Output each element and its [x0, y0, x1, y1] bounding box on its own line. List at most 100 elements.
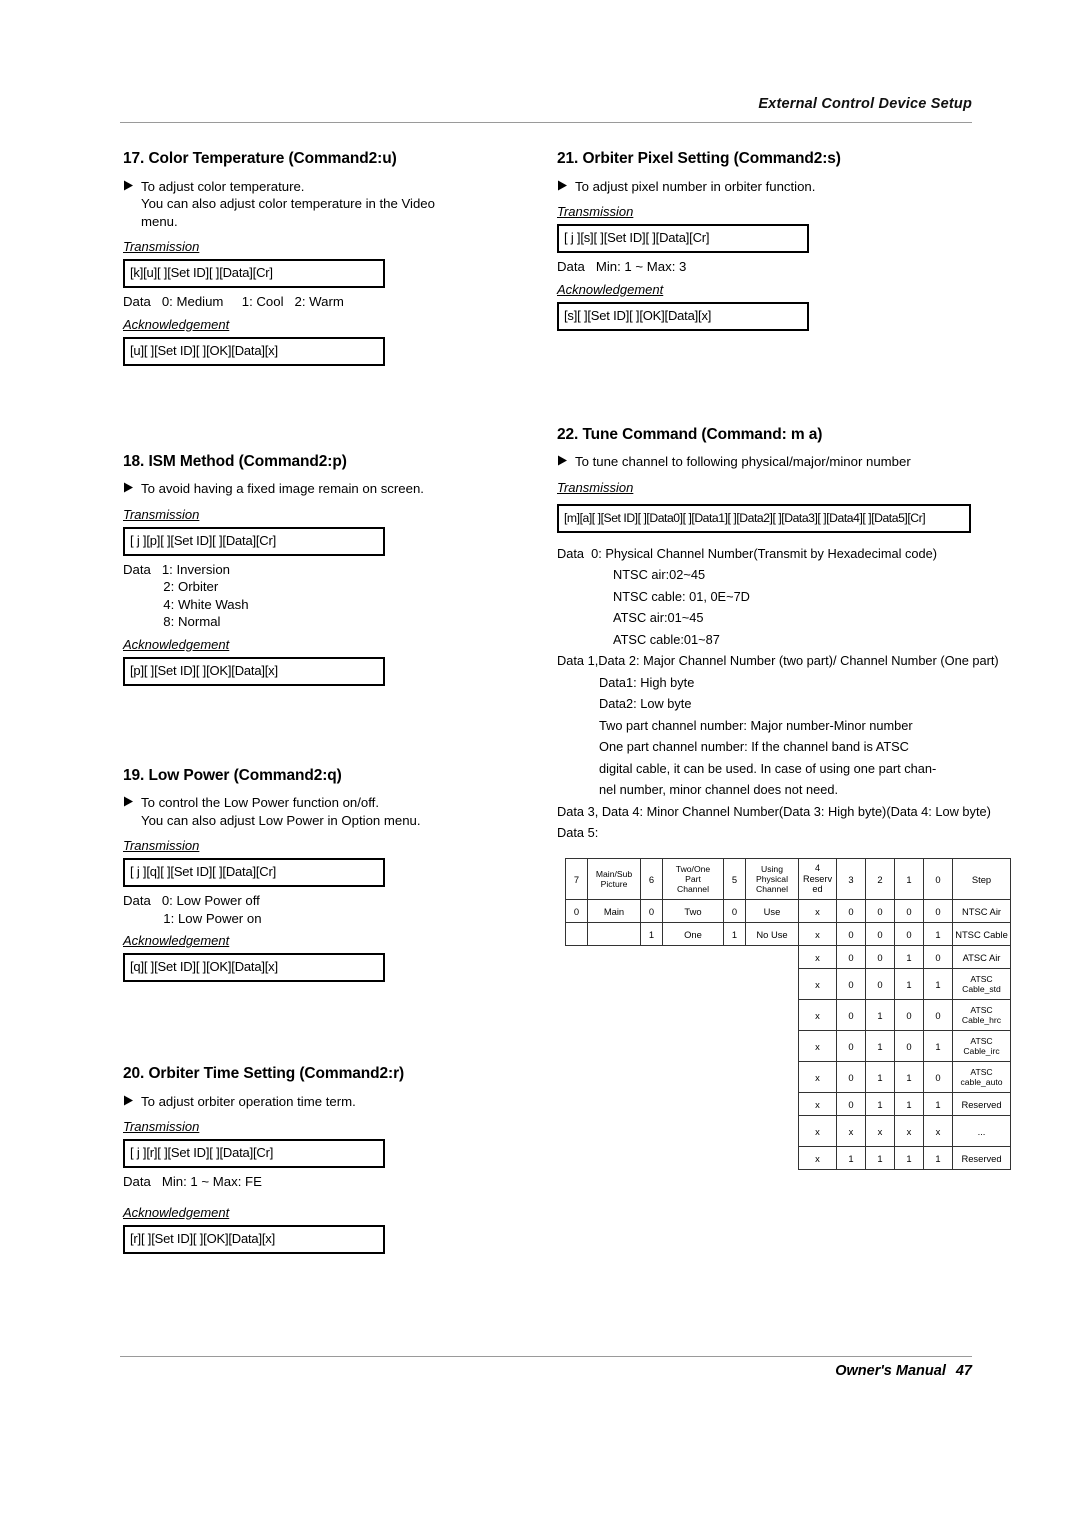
triangle-bullet-icon [123, 796, 136, 807]
section-bullet: To control the Low Power function on/off… [123, 794, 523, 829]
section-bullet: To adjust orbiter operation time term. [123, 1093, 523, 1111]
data-row: Data 1: Inversion [123, 561, 231, 577]
cell-empty [566, 946, 799, 969]
detail-line: Data 0: Physical Channel Number(Transmit… [557, 545, 938, 561]
acknowledgement-label: Acknowledgement [557, 281, 664, 297]
cell-bit4: x [798, 968, 837, 1000]
cell-main-sub [587, 922, 641, 946]
cell-bit4: x [798, 1092, 837, 1116]
cell-bit3: 0 [836, 968, 866, 1000]
transmission-command-box: [m][a][ ][Set ID][ ][Data0][ ][Data1][ ]… [557, 503, 971, 533]
data-row: 1: Low Power on [123, 910, 262, 926]
cell-bit0: 0 [923, 1061, 953, 1093]
detail-line: nel number, minor channel does not need. [599, 782, 839, 798]
data-description: Data Min: 1 ~ Max: FE [123, 1174, 262, 1190]
channel-band-bit-table: 7 Main/Sub Picture 6 Two/One Part Channe… [565, 858, 1011, 1170]
data-row: 4: White Wash [123, 596, 249, 612]
cell-bit4: x [798, 1061, 837, 1093]
cell-bit1: 1 [894, 945, 924, 969]
section-title: 19. Low Power (Command2:q) [123, 766, 342, 784]
cell-bit3: 0 [836, 1061, 866, 1093]
cell-bit4: x [798, 899, 837, 923]
section-low-power: 19. Low Power (Command2:q) To control th… [123, 767, 523, 983]
cell-bit4: x [798, 1030, 837, 1062]
cell-step: ATSC cable_auto [952, 1061, 1011, 1093]
detail-line: Data1: High byte [599, 674, 695, 690]
detail-line: Data 3, Data 4: Minor Channel Number(Dat… [557, 803, 991, 819]
section-title: 21. Orbiter Pixel Setting (Command2:s) [557, 150, 841, 167]
detail-line: One part channel number: If the channel … [599, 739, 909, 755]
cell-bit0: 0 [923, 999, 953, 1031]
cell-bit2: 1 [865, 1030, 895, 1062]
cell-bit0: x [923, 1115, 953, 1147]
cell-empty [566, 969, 799, 1000]
cell-step: ... [952, 1115, 1011, 1147]
section-title: 17. Color Temperature (Command2:u) [123, 150, 397, 167]
transmission-command-box: [k][u][ ][Set ID][ ][Data][Cr] [123, 259, 385, 289]
triangle-bullet-icon [123, 482, 136, 493]
cell-bit1: 1 [894, 1146, 924, 1170]
cell-bit3: 0 [836, 1092, 866, 1116]
cell-bit4: x [798, 1115, 837, 1147]
cell-bit1: 0 [894, 1030, 924, 1062]
cell-bit1: 0 [894, 899, 924, 923]
header-cell-bit1: 1 [894, 858, 924, 900]
table-row: x 0 1 0 0 ATSC Cable_hrc [566, 999, 1011, 1031]
triangle-bullet-icon [123, 1095, 136, 1106]
cell-bit3: x [836, 1115, 866, 1147]
cell-step: Reserved [952, 1092, 1011, 1116]
header-cell-main-sub-picture: Main/Sub Picture [587, 858, 641, 900]
document-page: External Control Device Setup 17. Color … [0, 0, 1080, 1527]
transmission-label: Transmission [123, 838, 200, 854]
header-cell-two-one-part-channel: Two/One Part Channel [662, 858, 724, 900]
cell-empty [566, 1147, 799, 1170]
detail-line: Data 5: [557, 825, 599, 841]
detail-line: NTSC cable: 01, 0E~7D [613, 588, 750, 604]
table-row: x 0 0 1 1 ATSC Cable_std [566, 968, 1011, 1000]
table-row: x 1 1 1 1 Reserved [566, 1146, 1011, 1170]
transmission-command-box: [ j ][s][ ][Set ID][ ][Data][Cr] [557, 224, 809, 254]
data-description-list: Data 0: Low Power off 1: Low Power on [123, 892, 523, 927]
data-row: 2: Orbiter [123, 579, 219, 595]
header-cell-step: Step [952, 858, 1011, 900]
table-row: x 0 0 1 0 ATSC Air [566, 945, 1011, 969]
cell-bit3: 0 [836, 922, 866, 946]
transmission-label: Transmission [557, 204, 634, 220]
transmission-command-box: [ j ][r][ ][Set ID][ ][Data][Cr] [123, 1139, 385, 1169]
cell-bit0: 1 [923, 922, 953, 946]
cell-bit4: x [798, 922, 837, 946]
cell-physical-channel: Use [745, 899, 799, 923]
cell-bit3: 0 [836, 899, 866, 923]
cell-bit0: 1 [923, 968, 953, 1000]
header-cell-bit0: 0 [923, 858, 953, 900]
header-cell-using-physical-channel: Using Physical Channel [745, 858, 799, 900]
detail-line: Data2: Low byte [599, 696, 692, 712]
transmission-command-box: [ j ][p][ ][Set ID][ ][Data][Cr] [123, 526, 385, 556]
acknowledgement-command-box: [s][ ][Set ID][ ][OK][Data][x] [557, 301, 809, 331]
cell-bit5: 0 [723, 899, 746, 923]
cell-empty [566, 1000, 799, 1031]
acknowledgement-label: Acknowledgement [123, 636, 230, 652]
cell-step: ATSC Cable_std [952, 968, 1011, 1000]
section-bullet: To tune channel to following physical/ma… [557, 453, 977, 471]
cell-bit1: 1 [894, 1061, 924, 1093]
cell-bit3: 0 [836, 1030, 866, 1062]
header-cell-bit7: 7 [565, 858, 588, 900]
triangle-bullet-icon [557, 180, 570, 191]
cell-bit4: x [798, 1146, 837, 1170]
section-title: 20. Orbiter Time Setting (Command2:r) [123, 1065, 405, 1083]
triangle-bullet-icon [557, 455, 570, 466]
detail-line: ATSC cable:01~87 [613, 631, 720, 647]
bullet-text: To adjust pixel number in orbiter functi… [575, 178, 816, 194]
detail-line: ATSC air:01~45 [613, 610, 704, 626]
cell-bit7: 0 [565, 899, 588, 923]
cell-step: Reserved [952, 1146, 1011, 1170]
cell-bit1: 0 [894, 922, 924, 946]
header-divider [120, 122, 972, 123]
detail-line: Data 1,Data 2: Major Channel Number (two… [557, 653, 999, 669]
detail-line: digital cable, it can be used. In case o… [599, 760, 937, 776]
cell-bit0: 1 [923, 1030, 953, 1062]
acknowledgement-command-box: [r][ ][Set ID][ ][OK][Data][x] [123, 1224, 385, 1254]
section-ism-method: 18. ISM Method (Command2:p) To avoid hav… [123, 453, 523, 686]
cell-part-channel: One [662, 922, 724, 946]
